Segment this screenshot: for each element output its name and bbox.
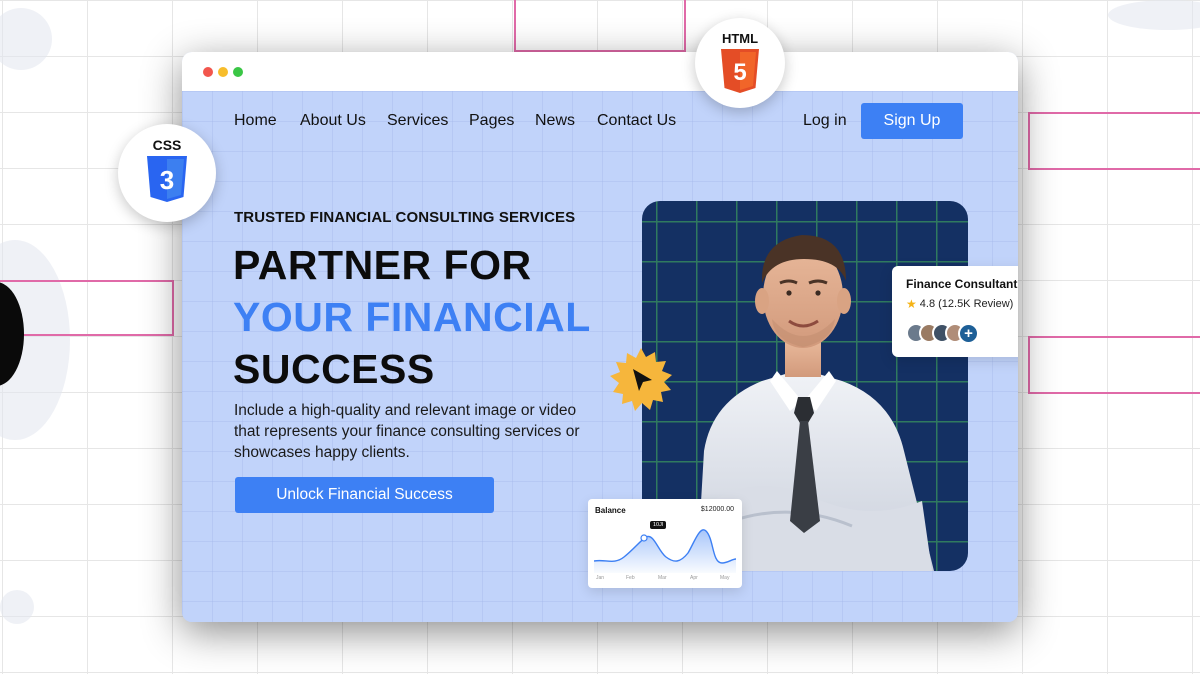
unlock-success-button[interactable]: Unlock Financial Success (235, 477, 494, 513)
decorative-frame (0, 280, 174, 336)
avatar-group: + (906, 323, 979, 344)
css-label: CSS (152, 137, 182, 153)
html-label: HTML (721, 31, 759, 46)
signup-button[interactable]: Sign Up (861, 103, 963, 139)
decorative-frame (1028, 336, 1200, 394)
css3-shield-icon: 3 (147, 156, 187, 202)
consultant-info-card: Finance Consultant ★ 4.8 (12.5K Review) … (892, 266, 1018, 357)
hero-description: Include a high-quality and relevant imag… (234, 402, 580, 461)
headline-line-3: SUCCESS (233, 346, 435, 392)
month-label: Jan (596, 575, 605, 581)
cursor-arrow-icon (610, 348, 672, 411)
balance-line-chart (594, 529, 736, 573)
html-version-number: 5 (733, 59, 746, 86)
nav-about-us[interactable]: About Us (300, 112, 366, 130)
consultant-title: Finance Consultant (906, 277, 1018, 291)
css-version-number: 3 (160, 165, 174, 195)
css3-badge: CSS 3 (118, 124, 216, 222)
decorative-frame (514, 0, 686, 52)
balance-amount: $12000.00 (700, 506, 734, 513)
month-label: Feb (626, 575, 635, 581)
close-dot-icon[interactable] (203, 67, 213, 77)
balance-title: Balance (595, 506, 626, 515)
chart-point (640, 534, 648, 542)
headline-line-1: PARTNER FOR (233, 242, 532, 288)
decorative-frame (1028, 112, 1200, 170)
background-circle (0, 590, 34, 624)
hero-headline: PARTNER FOR YOUR FINANCIAL SUCCESS (233, 239, 591, 395)
month-label: Apr (690, 575, 698, 581)
maximize-dot-icon[interactable] (233, 67, 243, 77)
nav-services[interactable]: Services (387, 112, 448, 130)
hero-eyebrow: TRUSTED FINANCIAL CONSULTING SERVICES (234, 209, 576, 226)
add-avatar-button[interactable]: + (958, 323, 979, 344)
browser-titlebar (182, 52, 1018, 91)
html5-badge: HTML 5 (695, 18, 785, 108)
star-icon: ★ (906, 297, 917, 311)
headline-line-2: YOUR FINANCIAL (233, 294, 591, 340)
minimize-dot-icon[interactable] (218, 67, 228, 77)
html5-shield-icon: 5 (721, 49, 759, 93)
nav-pages[interactable]: Pages (469, 112, 514, 130)
landing-page: Home About Us Services Pages News Contac… (182, 91, 1018, 622)
month-label: May (720, 575, 730, 581)
nav-news[interactable]: News (535, 112, 575, 130)
nav-home[interactable]: Home (234, 112, 277, 130)
rating-text: 4.8 (12.5K Review) (919, 298, 1014, 310)
login-link[interactable]: Log in (803, 112, 847, 130)
balance-card: Balance $12000.00 10Jl Jan Feb Mar Apr M… (588, 499, 742, 588)
consultant-rating: ★ 4.8 (12.5K Review) (906, 297, 1013, 311)
chart-tooltip: 10Jl (650, 521, 667, 529)
browser-window: Home About Us Services Pages News Contac… (182, 52, 1018, 622)
month-label: Mar (658, 575, 667, 581)
nav-contact-us[interactable]: Contact Us (597, 112, 676, 130)
